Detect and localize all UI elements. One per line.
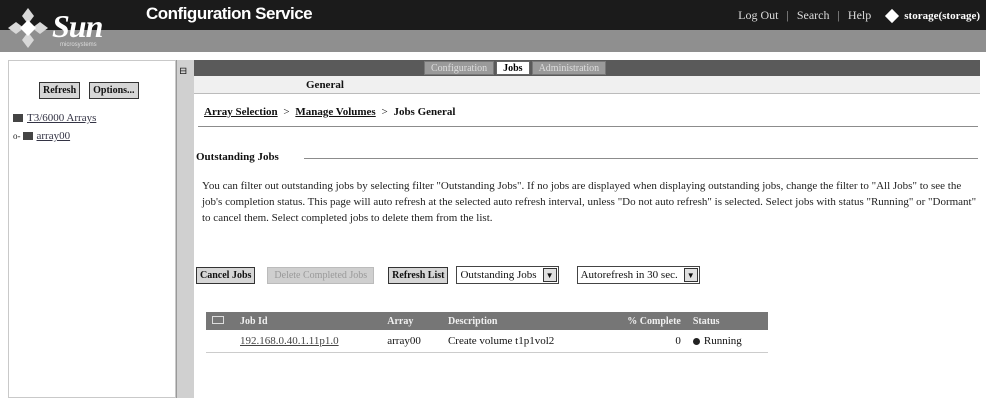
user-icon	[885, 9, 900, 24]
column-header-complete[interactable]: % Complete	[599, 312, 687, 330]
autorefresh-select[interactable]: Autorefresh in 30 sec. ▼	[576, 266, 700, 284]
refresh-list-button[interactable]: Refresh List	[388, 266, 449, 284]
column-header-array[interactable]: Array	[381, 312, 442, 330]
row-select-checkbox[interactable]	[206, 330, 234, 353]
filter-select[interactable]: Outstanding Jobs ▼	[456, 266, 559, 284]
status-text: Running	[703, 334, 742, 347]
main-content: Configuration Jobs Administration Genera…	[194, 60, 986, 398]
section-description: You can filter out outstanding jobs by s…	[202, 180, 977, 224]
sun-logo: Sun microsystems	[6, 6, 138, 50]
column-header-job-id[interactable]: Job Id	[234, 312, 382, 330]
banner-strip	[0, 30, 986, 52]
dropdown-arrow-icon: ▼	[683, 268, 698, 282]
app-title: Configuration Service	[146, 4, 313, 23]
tree-item-label[interactable]: T3/6000 Arrays	[27, 112, 96, 124]
array-tree: T3/6000 Arrays o- array00	[13, 111, 96, 147]
breadcrumb-current: Jobs General	[393, 106, 456, 118]
user-name: storage(storage)	[904, 10, 980, 22]
cell-array: array00	[381, 330, 442, 353]
breadcrumb-separator: >	[381, 106, 388, 118]
table-row[interactable]: 192.168.0.40.1.11p1.0 array00 Create vol…	[206, 330, 768, 353]
select-all-header[interactable]	[206, 312, 234, 330]
cell-status: Running	[686, 330, 768, 353]
logo-text: Sun	[52, 8, 103, 44]
expand-icon[interactable]: o-	[13, 131, 21, 141]
column-header-description[interactable]: Description	[441, 312, 600, 330]
section-title: Outstanding Jobs	[196, 151, 279, 163]
tree-item-arrays[interactable]: T3/6000 Arrays	[13, 111, 96, 125]
collapse-icon[interactable]: ⊟	[179, 66, 187, 77]
logout-link[interactable]: Log Out	[738, 8, 778, 23]
autorefresh-select-value: Autorefresh in 30 sec.	[580, 269, 678, 281]
logo-subtext: microsystems	[60, 42, 97, 48]
divider	[198, 126, 978, 127]
filter-select-value: Outstanding Jobs	[460, 269, 537, 281]
subtab-bar: General	[194, 76, 980, 94]
panel-splitter[interactable]: ⊟	[176, 60, 194, 398]
delete-completed-jobs-button[interactable]: Delete Completed Jobs	[267, 266, 375, 284]
tree-item-label[interactable]: array00	[37, 130, 71, 142]
dropdown-arrow-icon: ▼	[542, 268, 557, 282]
cell-complete: 0	[599, 330, 687, 353]
help-link[interactable]: Help	[848, 8, 871, 23]
sun-logo-icon	[8, 8, 48, 48]
breadcrumb-array-selection[interactable]: Array Selection	[204, 106, 278, 118]
tabs: Configuration Jobs Administration	[424, 61, 608, 75]
cell-description: Create volume t1p1vol2	[441, 330, 600, 353]
link-separator: |	[837, 8, 840, 22]
storage-icon	[13, 114, 23, 122]
select-all-icon[interactable]	[212, 315, 224, 324]
left-toolbar: Refresh Options...	[39, 80, 139, 99]
breadcrumb: Array Selection > Manage Volumes > Jobs …	[204, 106, 455, 118]
top-links: Log Out | Search | Help storage(storage)	[738, 8, 980, 24]
link-separator: |	[786, 8, 789, 22]
top-banner: Sun microsystems Configuration Service L…	[0, 0, 986, 52]
running-status-icon	[692, 337, 700, 345]
options-button[interactable]: Options...	[89, 82, 139, 99]
breadcrumb-separator: >	[283, 106, 290, 118]
tree-item-array00[interactable]: o- array00	[13, 129, 96, 143]
refresh-button[interactable]: Refresh	[39, 82, 81, 99]
tab-configuration[interactable]: Configuration	[424, 61, 495, 75]
section-divider	[304, 158, 978, 159]
tab-jobs[interactable]: Jobs	[496, 61, 530, 75]
left-panel: Refresh Options... T3/6000 Arrays o- arr…	[8, 60, 176, 398]
subtab-general[interactable]: General	[306, 79, 344, 91]
tab-bar: Configuration Jobs Administration	[194, 60, 980, 76]
cancel-jobs-button[interactable]: Cancel Jobs	[196, 266, 256, 284]
table-header-row: Job Id Array Description % Complete Stat…	[206, 312, 768, 330]
job-controls: Cancel Jobs Delete Completed Jobs Refres…	[196, 266, 700, 284]
breadcrumb-manage-volumes[interactable]: Manage Volumes	[295, 106, 375, 118]
job-id-link[interactable]: 192.168.0.40.1.11p1.0	[240, 335, 339, 347]
array-icon	[22, 132, 33, 140]
search-link[interactable]: Search	[797, 8, 830, 23]
jobs-table: Job Id Array Description % Complete Stat…	[206, 312, 768, 353]
column-header-status[interactable]: Status	[686, 312, 768, 330]
tab-administration[interactable]: Administration	[531, 61, 607, 75]
